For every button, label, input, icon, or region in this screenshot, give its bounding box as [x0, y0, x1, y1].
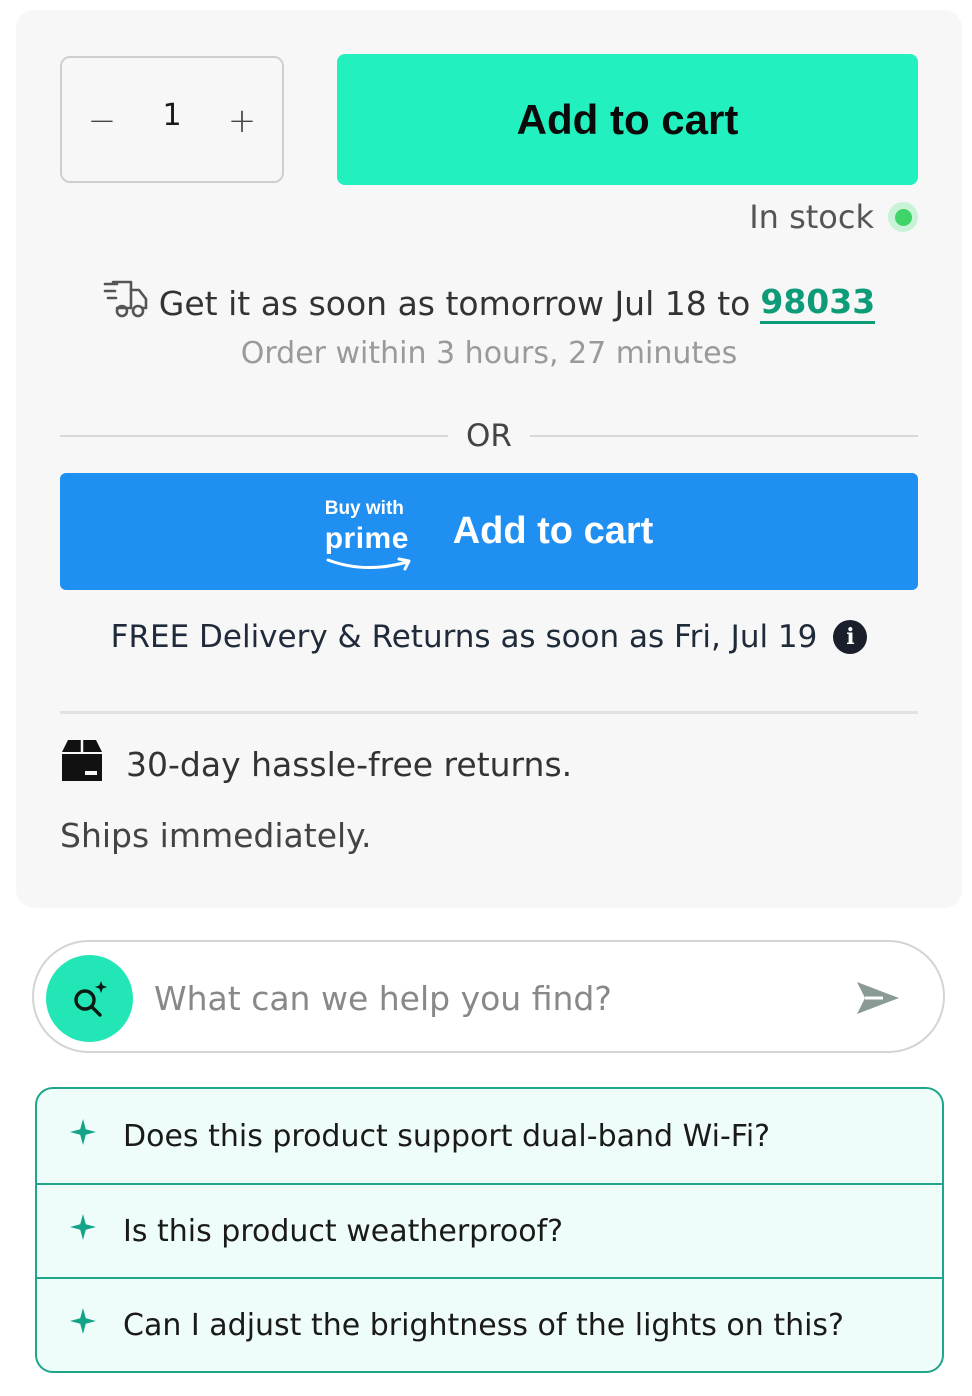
prime-logo: Buy with prime	[325, 492, 417, 572]
prime-button-label: Add to cart	[452, 510, 654, 552]
returns-text: 30-day hassle-free returns.	[126, 744, 573, 784]
suggestion-text: Is this product weatherproof?	[123, 1213, 564, 1249]
stock-indicator-icon	[888, 202, 918, 232]
prime-smile-icon	[326, 557, 411, 570]
buy-with-prime-button[interactable]: Buy with prime Add to cart	[60, 473, 918, 590]
suggestion-text: Does this product support dual-band Wi-F…	[123, 1118, 771, 1154]
divider-line-right	[529, 435, 919, 437]
free-delivery-info: FREE Delivery & Returns as soon as Fri, …	[60, 614, 918, 660]
suggested-questions: Does this product support dual-band Wi-F…	[35, 1087, 944, 1373]
fast-delivery-truck-icon	[103, 278, 149, 328]
section-divider	[60, 711, 918, 714]
suggestion-item[interactable]: Does this product support dual-band Wi-F…	[37, 1089, 942, 1183]
returns-info: 30-day hassle-free returns.	[60, 740, 572, 788]
add-to-cart-button[interactable]: Add to cart	[337, 54, 918, 185]
sparkle-icon	[69, 1118, 97, 1154]
free-delivery-text: FREE Delivery & Returns as soon as Fri, …	[110, 619, 818, 655]
suggestion-item[interactable]: Is this product weatherproof?	[37, 1183, 942, 1277]
send-icon[interactable]	[855, 978, 901, 1018]
info-icon[interactable]: i	[833, 620, 868, 654]
quantity-stepper: − 1 +	[60, 56, 284, 183]
search-sparkle-icon[interactable]	[46, 955, 133, 1042]
sparkle-icon	[69, 1213, 97, 1249]
quantity-value[interactable]: 1	[142, 98, 202, 133]
decrement-button[interactable]: −	[72, 93, 132, 149]
sparkle-icon	[69, 1307, 97, 1343]
assistant-search-bar	[32, 940, 945, 1053]
suggestion-text: Can I adjust the brightness of the light…	[123, 1307, 844, 1343]
prime-logo-bottom: prime	[324, 521, 409, 555]
zip-code-link[interactable]: 98033	[760, 282, 876, 324]
box-icon	[60, 738, 104, 790]
or-separator: OR	[60, 414, 919, 458]
or-label: OR	[466, 418, 512, 454]
delivery-estimate: Get it as soon as tomorrow Jul 18 to 980…	[60, 280, 918, 326]
delivery-text: Get it as soon as tomorrow Jul 18 to	[158, 283, 751, 323]
divider-line-left	[60, 435, 449, 437]
order-countdown: Order within 3 hours, 27 minutes	[240, 336, 738, 371]
suggestion-item[interactable]: Can I adjust the brightness of the light…	[37, 1277, 942, 1371]
search-input[interactable]	[154, 970, 814, 1026]
stock-label: In stock	[749, 198, 874, 236]
stock-status: In stock	[749, 196, 918, 238]
prime-logo-top: Buy with	[324, 497, 404, 519]
ships-text: Ships immediately.	[60, 816, 372, 855]
increment-button[interactable]: +	[212, 93, 272, 149]
